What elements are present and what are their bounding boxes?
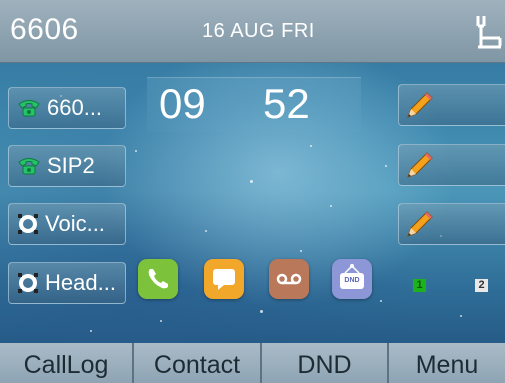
clock-hours: 09: [159, 80, 206, 127]
softkey-contact[interactable]: Contact: [134, 343, 262, 383]
background-star: [310, 145, 312, 147]
dnd-app-icon[interactable]: DND: [332, 259, 372, 299]
background-star: [300, 250, 302, 252]
status-bar: 6606 16 AUG FRI: [0, 0, 505, 63]
voicemail-app-icon[interactable]: [269, 259, 309, 299]
pencil-icon: [407, 92, 433, 118]
background-star: [460, 315, 462, 317]
pencil-icon: [407, 211, 433, 237]
softkey-bar: CallLog Contact DND Menu: [0, 343, 505, 383]
green-phone-icon: [18, 100, 40, 117]
headset-ring-icon: [18, 273, 38, 293]
line-key-2[interactable]: SIP2: [8, 145, 126, 187]
background-star: [90, 330, 92, 332]
background-star: [330, 205, 332, 207]
softkey-menu[interactable]: Menu: [389, 343, 505, 383]
background-star: [380, 300, 382, 302]
background-star: [260, 310, 263, 313]
line-key-label: Head...: [45, 270, 116, 295]
phone-app-icon[interactable]: [138, 259, 178, 299]
extension-number: 6606: [10, 13, 79, 46]
line-key-label: 660...: [47, 95, 103, 120]
green-phone-icon: [18, 158, 40, 175]
line-key-3[interactable]: Voic...: [8, 203, 126, 245]
ethernet-network-icon: [476, 16, 502, 49]
line-key-right-2[interactable]: [398, 144, 505, 186]
background-star: [205, 230, 207, 232]
line-key-4[interactable]: Head...: [8, 262, 126, 304]
phone-home-screen: 6606 16 AUG FRI 660... SIP2 Voic... Head…: [0, 0, 505, 383]
background-star: [385, 165, 387, 167]
background-star: [160, 320, 162, 322]
pencil-icon: [407, 152, 433, 178]
date-display: 16 AUG FRI: [202, 20, 315, 42]
message-app-icon[interactable]: [204, 259, 244, 299]
page-indicator-2[interactable]: 2: [475, 279, 488, 292]
line-key-label: SIP2: [47, 153, 95, 178]
voicemail-ring-icon: [18, 214, 38, 234]
background-star: [135, 150, 137, 152]
softkey-dnd[interactable]: DND: [262, 343, 389, 383]
line-key-right-3[interactable]: [398, 203, 505, 245]
softkey-calllog[interactable]: CallLog: [0, 343, 134, 383]
clock-minutes: 52: [263, 80, 310, 127]
line-key-1[interactable]: 660...: [8, 87, 126, 129]
background-star: [250, 180, 253, 183]
page-indicator-1[interactable]: 1: [413, 279, 426, 292]
dnd-app-label: DND: [344, 277, 360, 284]
line-key-right-1[interactable]: [398, 84, 505, 126]
line-key-label: Voic...: [45, 211, 105, 236]
clock: 09 52: [147, 77, 361, 132]
